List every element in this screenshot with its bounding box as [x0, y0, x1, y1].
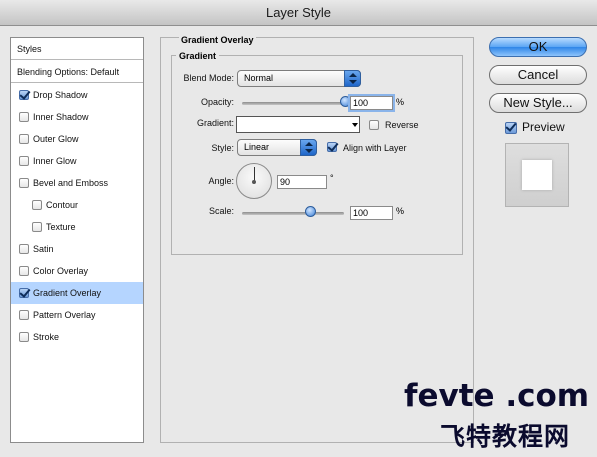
scale-label: Scale:	[208, 206, 234, 216]
subgroup-title: Gradient	[176, 51, 220, 61]
select-arrows-icon	[344, 70, 361, 87]
style-value: Linear	[244, 142, 270, 152]
select-arrows-icon	[300, 139, 317, 156]
preview-sample	[522, 160, 552, 190]
style-item-outer-glow[interactable]: Outer Glow	[11, 128, 143, 150]
style-item-texture[interactable]: Texture	[11, 216, 143, 238]
style-item-satin[interactable]: Satin	[11, 238, 143, 260]
style-item-label: Gradient Overlay	[33, 288, 102, 298]
gradient-label: Gradient:	[196, 118, 234, 128]
watermark-logo-chinese: 飞特教程网	[440, 422, 571, 451]
blend-mode-value: Normal	[244, 73, 274, 83]
opacity-unit: %	[396, 97, 405, 107]
cancel-button[interactable]: Cancel	[489, 65, 587, 85]
style-item-checkbox[interactable]	[19, 134, 29, 144]
reverse-label: Reverse	[385, 120, 419, 130]
window-title: Layer Style	[0, 0, 597, 26]
angle-dial[interactable]	[236, 163, 272, 199]
style-item-gradient-overlay[interactable]: Gradient Overlay	[11, 282, 143, 304]
style-item-color-overlay[interactable]: Color Overlay	[11, 260, 143, 282]
style-item-checkbox[interactable]	[19, 332, 29, 342]
style-item-label: Outer Glow	[33, 134, 79, 144]
style-item-checkbox[interactable]	[32, 222, 42, 232]
style-item-label: Texture	[46, 222, 76, 232]
new-style-button[interactable]: New Style...	[489, 93, 587, 113]
style-item-bevel-and-emboss[interactable]: Bevel and Emboss	[11, 172, 143, 194]
ok-button[interactable]: OK	[489, 37, 587, 57]
style-item-label: Stroke	[33, 332, 60, 342]
style-item-label: Contour	[46, 200, 79, 210]
scale-slider-thumb[interactable]	[304, 206, 316, 217]
scale-slider-track[interactable]	[242, 212, 344, 215]
style-item-inner-shadow[interactable]: Inner Shadow	[11, 106, 143, 128]
preview-checkbox[interactable]	[505, 122, 517, 134]
style-item-checkbox[interactable]	[19, 112, 29, 122]
style-item-label: Inner Shadow	[33, 112, 89, 122]
style-item-stroke[interactable]: Stroke	[11, 326, 143, 348]
blend-mode-label: Blend Mode:	[183, 73, 234, 83]
align-with-layer-label: Align with Layer	[343, 143, 407, 153]
angle-unit: °	[330, 173, 334, 183]
style-item-contour[interactable]: Contour	[11, 194, 143, 216]
style-item-inner-glow[interactable]: Inner Glow	[11, 150, 143, 172]
blend-mode-select[interactable]: Normal	[237, 70, 361, 87]
scale-unit: %	[396, 206, 405, 216]
group-title: Gradient Overlay	[179, 35, 256, 45]
opacity-input[interactable]: 100	[350, 96, 393, 110]
gradient-dropdown-icon[interactable]	[350, 116, 360, 133]
style-item-drop-shadow[interactable]: Drop Shadow	[11, 84, 143, 106]
style-label: Style:	[211, 143, 234, 153]
align-with-layer-checkbox[interactable]	[327, 142, 337, 152]
angle-label: Angle:	[208, 176, 234, 186]
style-item-label: Inner Glow	[33, 156, 77, 166]
style-select[interactable]: Linear	[237, 139, 317, 156]
style-item-checkbox[interactable]	[19, 244, 29, 254]
style-item-label: Bevel and Emboss	[33, 178, 109, 188]
scale-input[interactable]: 100	[350, 206, 393, 220]
opacity-label: Opacity:	[200, 97, 234, 107]
angle-input[interactable]: 90	[277, 175, 327, 189]
styles-list: Styles Blending Options: Default Drop Sh…	[10, 37, 144, 443]
style-item-checkbox[interactable]	[32, 200, 42, 210]
reverse-checkbox[interactable]	[369, 120, 379, 130]
style-preview	[505, 143, 569, 207]
watermark-logo-text: fevte .com	[404, 378, 590, 414]
style-item-checkbox[interactable]	[19, 288, 29, 298]
angle-center-icon	[252, 180, 256, 184]
gradient-swatch[interactable]	[236, 116, 351, 133]
style-item-checkbox[interactable]	[19, 266, 29, 276]
opacity-slider-thumb[interactable]	[339, 96, 351, 107]
style-item-label: Drop Shadow	[33, 90, 88, 100]
style-item-label: Color Overlay	[33, 266, 89, 276]
opacity-slider-track[interactable]	[242, 102, 344, 105]
style-item-label: Pattern Overlay	[33, 310, 96, 320]
layer-style-dialog: Styles Blending Options: Default Drop Sh…	[0, 26, 597, 457]
style-item-checkbox[interactable]	[19, 90, 29, 100]
style-item-label: Satin	[33, 244, 54, 254]
preview-label: Preview	[522, 120, 565, 134]
blending-options-item[interactable]: Blending Options: Default	[11, 61, 143, 83]
style-item-checkbox[interactable]	[19, 310, 29, 320]
styles-header[interactable]: Styles	[11, 38, 143, 60]
style-item-checkbox[interactable]	[19, 156, 29, 166]
style-item-checkbox[interactable]	[19, 178, 29, 188]
style-item-pattern-overlay[interactable]: Pattern Overlay	[11, 304, 143, 326]
